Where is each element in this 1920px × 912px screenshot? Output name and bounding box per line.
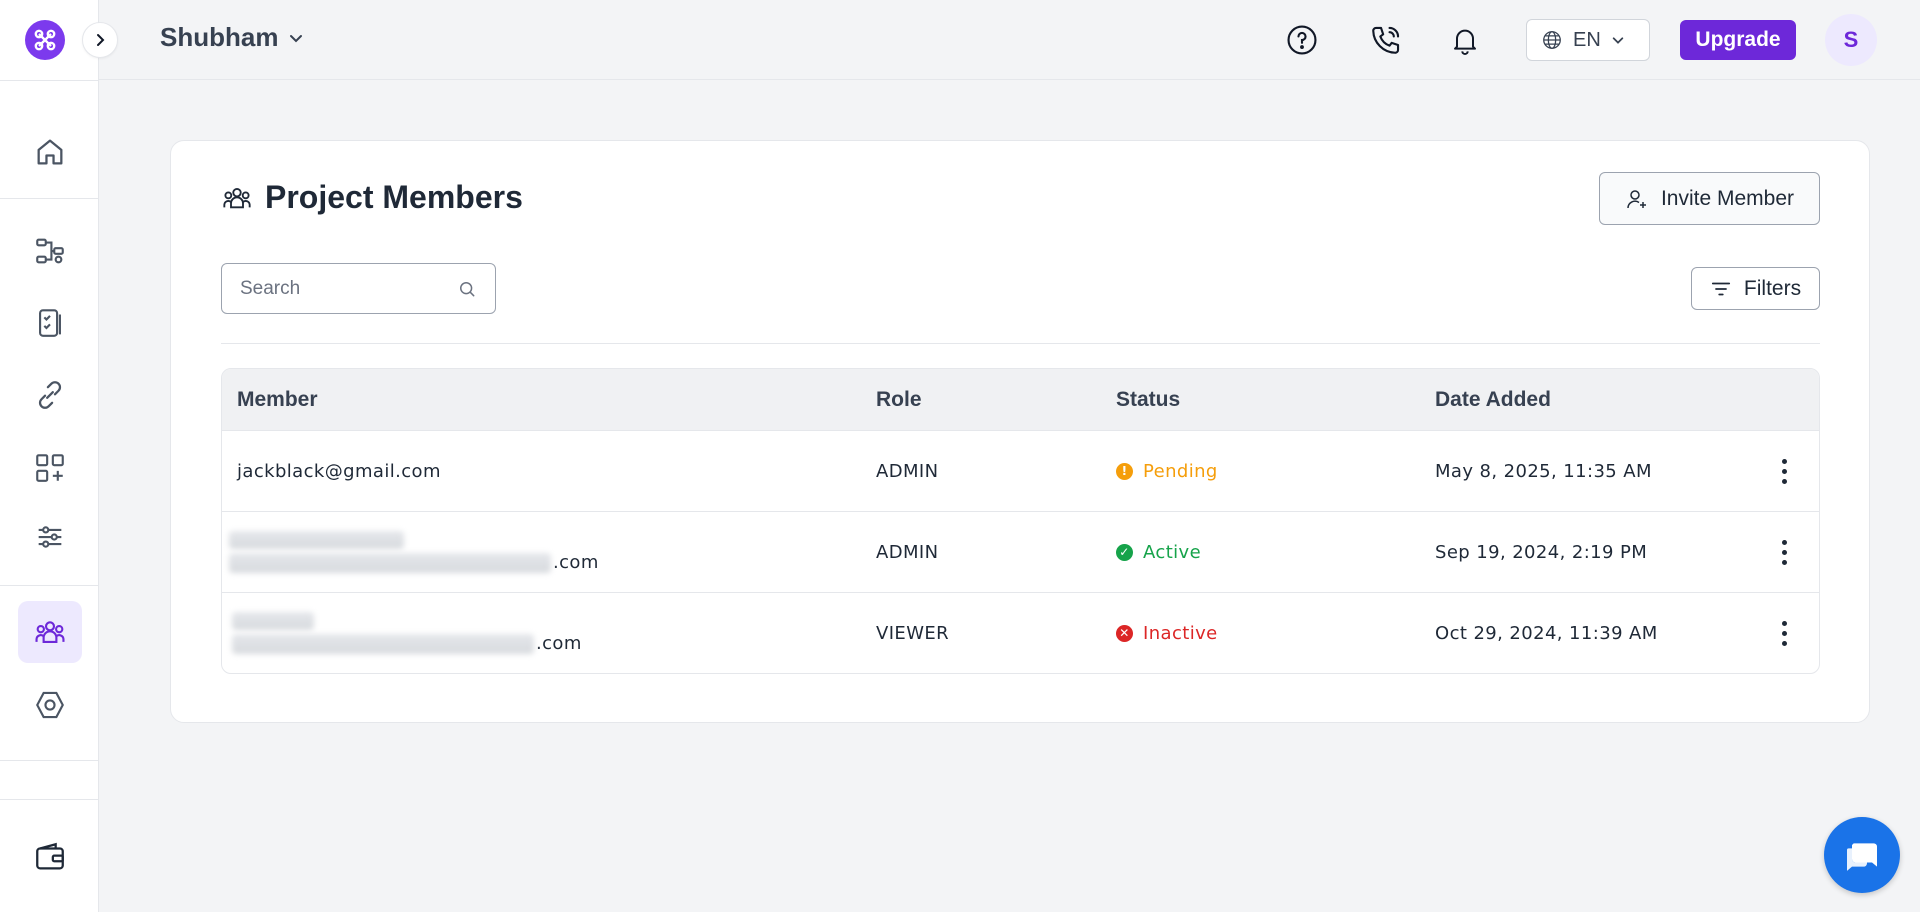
search-input[interactable]: [240, 277, 430, 300]
users-icon: [223, 187, 251, 208]
language-selector[interactable]: EN: [1526, 19, 1650, 61]
member-email: .com: [232, 612, 582, 654]
member-email-suffix: .com: [536, 633, 582, 654]
redacted-email: [232, 612, 534, 654]
hexagon-icon: [36, 691, 64, 719]
invite-member-button[interactable]: Invite Member: [1599, 172, 1820, 225]
sidebar-item-workflows[interactable]: [18, 220, 82, 282]
filter-icon: [1711, 282, 1730, 295]
filters-button[interactable]: Filters: [1691, 267, 1820, 310]
upgrade-button[interactable]: Upgrade: [1680, 20, 1796, 60]
project-members-card: Project Members Invite Member Filters Me…: [170, 140, 1870, 723]
sidebar-divider: [0, 80, 99, 81]
date-added: May 8, 2025, 11:35 AM: [1435, 460, 1652, 482]
sidebar-divider: [0, 760, 99, 761]
chevron-down-icon: [290, 34, 303, 42]
language-value: EN: [1573, 28, 1601, 51]
help-button[interactable]: [1282, 20, 1322, 60]
user-add-icon: [1627, 189, 1646, 208]
sidebar-expand-button[interactable]: [82, 22, 118, 58]
page-title-text: Project Members: [265, 179, 523, 215]
wallet-icon: [36, 842, 64, 870]
column-header-date-added[interactable]: Date Added: [1435, 388, 1551, 412]
sidebar-item-billing[interactable]: [18, 826, 82, 888]
date-added: Sep 19, 2024, 2:19 PM: [1435, 541, 1648, 563]
member-role: ADMIN: [876, 541, 939, 563]
search-field[interactable]: [221, 263, 496, 314]
sliders-icon: [38, 526, 62, 548]
date-added: Oct 29, 2024, 11:39 AM: [1435, 622, 1658, 644]
page-title: Project Members: [221, 179, 523, 216]
phone-call-icon: [1372, 26, 1400, 54]
apps-add-icon: [36, 454, 64, 482]
table-row: jackblack@gmail.com ADMIN ! Pending May …: [222, 430, 1819, 511]
help-icon: [1287, 25, 1317, 55]
globe-icon: [1543, 31, 1561, 49]
workspace-name: Shubham: [160, 22, 279, 52]
user-avatar[interactable]: S: [1825, 14, 1877, 66]
filters-label: Filters: [1743, 276, 1802, 300]
link-icon: [38, 381, 62, 409]
sidebar-item-apps[interactable]: [18, 437, 82, 499]
bell-icon: [1454, 29, 1476, 55]
member-email-suffix: .com: [553, 552, 599, 573]
sidebar-item-forms[interactable]: [18, 292, 82, 354]
sidebar-item-settings[interactable]: [18, 506, 82, 568]
members-table: Member Role Status Date Added jackblack@…: [221, 368, 1820, 674]
table-row: .com ADMIN ✓ Active Sep 19, 2024, 2:19 P…: [222, 511, 1819, 592]
member-email: .com: [229, 531, 599, 573]
status-text: Pending: [1143, 460, 1218, 482]
workspace-switcher[interactable]: Shubham: [160, 22, 304, 53]
home-icon: [37, 139, 63, 165]
chat-bubble-icon: [1847, 843, 1877, 871]
search-icon: [460, 281, 475, 296]
member-role: ADMIN: [876, 460, 939, 482]
member-email: jackblack@gmail.com: [237, 460, 441, 482]
chevron-right-icon: [97, 34, 105, 46]
section-divider: [221, 343, 1820, 344]
sidebar-divider: [0, 799, 99, 800]
table-row: .com VIEWER ✕ Inactive Oct 29, 2024, 11:…: [222, 592, 1819, 673]
status-text: Active: [1143, 541, 1202, 563]
logo-icon: [34, 29, 56, 51]
warning-icon: !: [1116, 462, 1133, 480]
column-header-role[interactable]: Role: [876, 388, 922, 412]
chevron-down-icon: [1612, 37, 1624, 44]
app-logo[interactable]: [25, 20, 65, 60]
support-chat-button[interactable]: [1824, 817, 1900, 893]
sidebar: [0, 0, 99, 912]
sidebar-item-home[interactable]: [18, 121, 82, 183]
status-text: Inactive: [1143, 622, 1218, 644]
row-actions-menu-button[interactable]: [1770, 613, 1798, 653]
column-header-member[interactable]: Member: [237, 388, 318, 412]
sidebar-item-integrations[interactable]: [18, 674, 82, 736]
sidebar-divider: [0, 198, 99, 199]
workflow-icon: [36, 238, 64, 264]
call-button[interactable]: [1366, 20, 1406, 60]
member-role: VIEWER: [876, 622, 950, 644]
x-circle-icon: ✕: [1116, 624, 1133, 642]
row-actions-menu-button[interactable]: [1770, 451, 1798, 491]
form-checklist-icon: [39, 309, 61, 337]
table-header: Member Role Status Date Added: [222, 369, 1819, 430]
topbar: Shubham EN Upgrade S: [99, 0, 1920, 80]
redacted-email: [229, 531, 551, 573]
status-badge: ✓ Active: [1116, 542, 1201, 563]
sidebar-divider: [0, 585, 99, 586]
invite-member-label: Invite Member: [1660, 186, 1795, 210]
row-actions-menu-button[interactable]: [1770, 532, 1798, 572]
sidebar-item-members[interactable]: [18, 601, 82, 663]
sidebar-item-links[interactable]: [18, 364, 82, 426]
users-icon: [35, 621, 65, 643]
status-badge: ✕ Inactive: [1116, 623, 1218, 644]
notifications-button[interactable]: [1445, 20, 1485, 60]
check-circle-icon: ✓: [1116, 543, 1133, 561]
status-badge: ! Pending: [1116, 461, 1218, 482]
column-header-status[interactable]: Status: [1116, 388, 1180, 412]
